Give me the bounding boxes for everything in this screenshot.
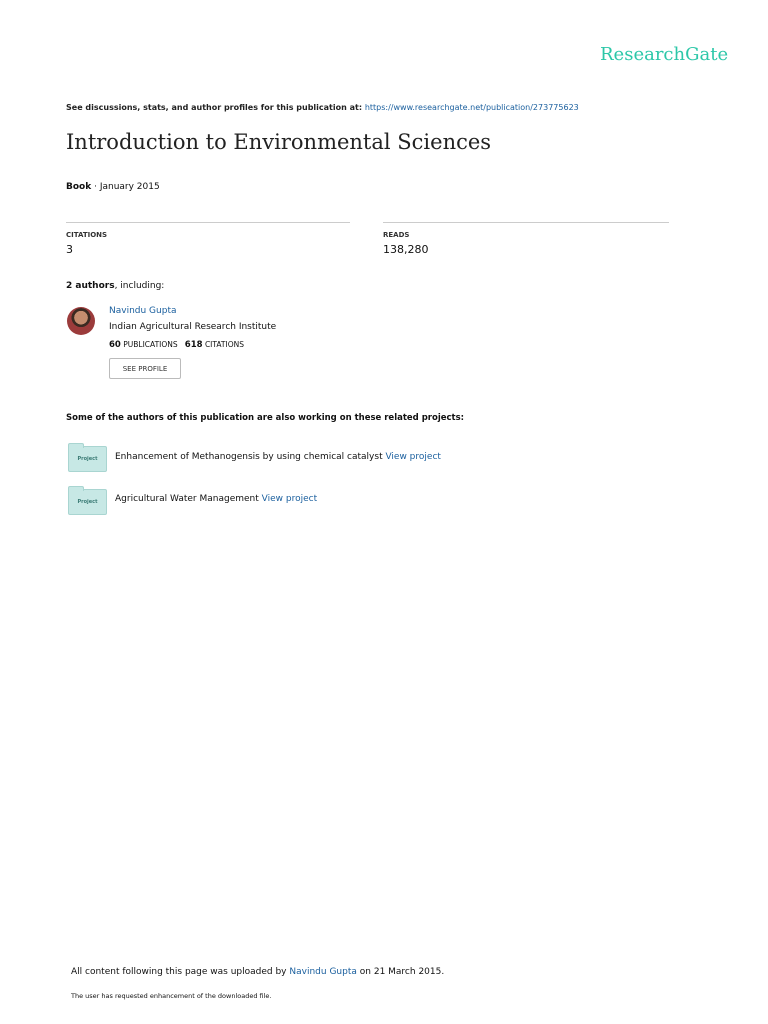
authors-suffix: , including:	[114, 281, 165, 291]
author-citations-count: 618	[184, 340, 203, 350]
author-name-link[interactable]: Navindu Gupta	[109, 306, 177, 316]
see-profile-button[interactable]: SEE PROFILE	[109, 358, 181, 379]
project-badge: Project	[77, 456, 98, 462]
project-folder-icon: Project	[68, 486, 107, 515]
discussion-line: See discussions, stats, and author profi…	[66, 103, 579, 112]
project-item: Enhancement of Methanogensis by using ch…	[115, 452, 441, 462]
author-institution: Indian Agricultural Research Institute	[109, 322, 277, 332]
reads-label: READS	[383, 231, 410, 239]
upload-note: All content following this page was uplo…	[71, 967, 444, 977]
uploader-link[interactable]: Navindu Gupta	[289, 967, 357, 977]
author-citations-label: CITATIONS	[204, 340, 245, 349]
view-project-link[interactable]: View project	[262, 494, 317, 504]
researchgate-logo: ResearchGate	[600, 44, 729, 65]
project-title: Enhancement of Methanogensis by using ch…	[115, 452, 383, 462]
project-folder-icon: Project	[68, 443, 107, 472]
publication-link[interactable]: https://www.researchgate.net/publication…	[365, 103, 579, 112]
project-badge: Project	[77, 499, 98, 505]
publications-count: 60	[109, 340, 121, 350]
avatar[interactable]	[67, 307, 95, 335]
publication-type: Book	[66, 182, 92, 192]
enhancement-note: The user has requested enhancement of th…	[71, 992, 272, 1000]
publication-meta: Book · January 2015	[66, 182, 160, 192]
author-stats: 60 PUBLICATIONS 618 CITATIONS	[109, 340, 244, 350]
upload-suffix: on 21 March 2015.	[359, 967, 445, 977]
upload-prefix: All content following this page was uplo…	[71, 967, 287, 977]
page-title: Introduction to Environmental Sciences	[66, 130, 492, 154]
publication-date: · January 2015	[94, 182, 160, 192]
divider	[383, 222, 669, 223]
authors-heading: 2 authors, including:	[66, 281, 164, 291]
publications-label: PUBLICATIONS	[123, 340, 178, 349]
citations-label: CITATIONS	[66, 231, 108, 239]
discussion-text: See discussions, stats, and author profi…	[66, 103, 363, 112]
citations-value: 3	[66, 243, 73, 256]
related-projects-heading: Some of the authors of this publication …	[66, 413, 465, 423]
divider	[66, 222, 350, 223]
project-item: Agricultural Water Management View proje…	[115, 494, 317, 504]
view-project-link[interactable]: View project	[385, 452, 440, 462]
reads-value: 138,280	[383, 243, 429, 256]
project-title: Agricultural Water Management	[115, 494, 259, 504]
authors-count: 2 authors	[66, 281, 115, 291]
